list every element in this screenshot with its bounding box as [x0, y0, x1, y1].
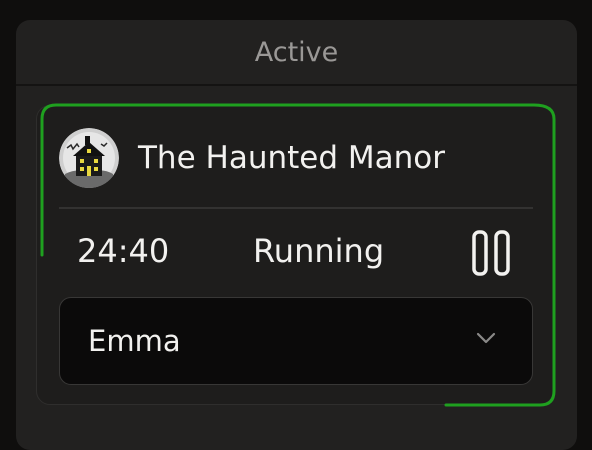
status-row: 24:40 Running [59, 224, 533, 278]
timer: 24:40 [77, 232, 170, 270]
status-text: Running [253, 232, 385, 270]
active-panel: Active The Haunted Manor 24:40 Running E… [16, 20, 577, 450]
room-card-header: The Haunted Manor [59, 128, 533, 188]
card-divider [59, 207, 533, 209]
room-card: The Haunted Manor 24:40 Running Emma [36, 105, 554, 405]
pause-button[interactable] [471, 230, 511, 278]
pause-icon [472, 230, 510, 276]
player-select-value: Emma [88, 324, 181, 358]
room-name: The Haunted Manor [138, 140, 445, 176]
panel-header: Active [16, 20, 577, 86]
haunted-house-icon [59, 128, 119, 188]
player-select[interactable]: Emma [59, 297, 533, 385]
chevron-down-icon [476, 332, 496, 344]
panel-title: Active [254, 36, 339, 68]
